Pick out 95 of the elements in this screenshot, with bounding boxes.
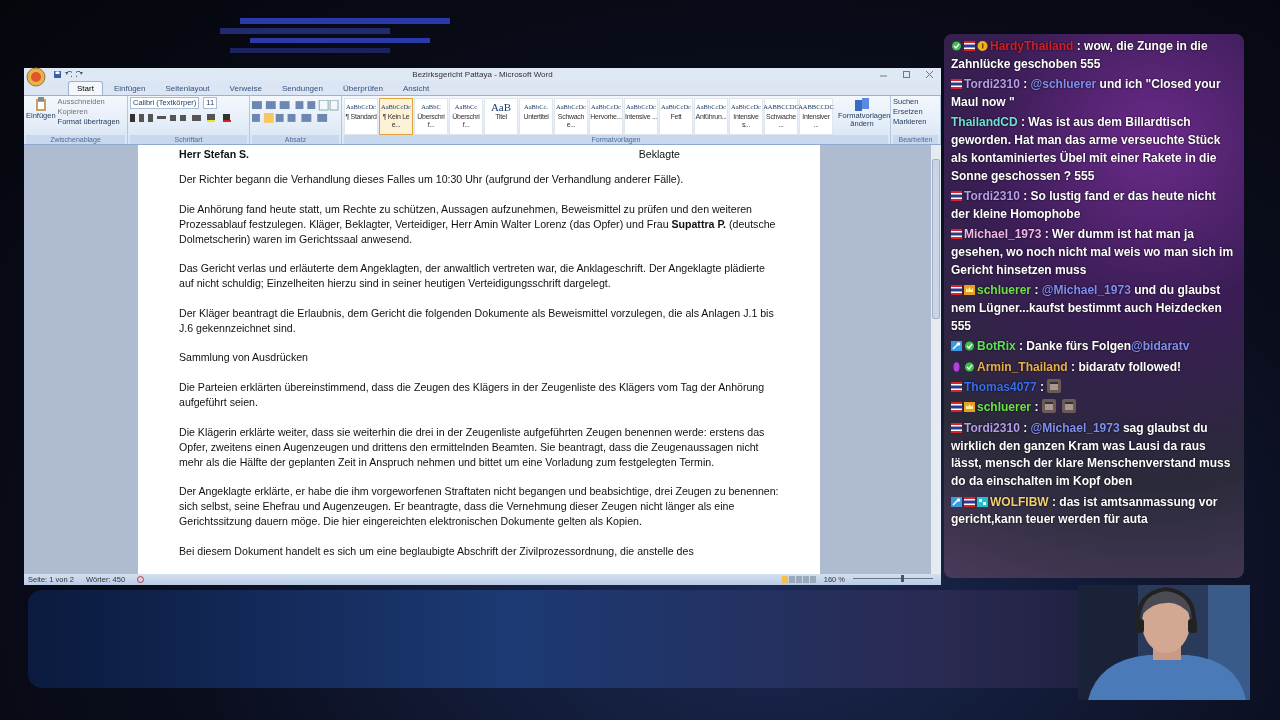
separator: :: [1052, 494, 1056, 509]
message-text: sag glaubst du: [1122, 420, 1208, 435]
separator: :: [1034, 283, 1039, 298]
paragraph: Die Anhörung fand heute statt, um Rechte zu schützen, Aussagen aufzunehmen, Beweismittel zu prüfen und den weiteren Prozessablauf festzulegen. Kläger, Beklagter, Verteidiger, Herr Amin Walter Lorenz (das Opfer) und Frau Supattra P. (deutsche Dolmetscherin) waren im Gerichtssaal anwesend.: [179, 201, 777, 247]
crown-icon: [964, 285, 975, 296]
paragraph: Das Gericht verlas und erläuterte dem Angeklagten, der anwaltlich vertreten war, die Anklageschrift. Der Angeklagte plädierte auf nicht schuldig; Einzelheiten hierzu sind in seiner heutigen Verteidigungsschrift dargelegt.: [179, 261, 766, 292]
paragraph: Bei diesem Dokument handelt es sich um eine beglaubigte Abschrift der Zivilprozessordnung, die anstelle des: [179, 543, 695, 559]
flag-icon: [964, 41, 975, 51]
username[interactable]: Armin_Thailand: [977, 359, 1068, 374]
separator: :: [1021, 115, 1025, 130]
message-text: bidaratv followed!: [1078, 359, 1182, 374]
flag-icon: [951, 422, 962, 433]
wrench-icon: [951, 496, 962, 507]
username[interactable]: schluerer: [977, 283, 1032, 298]
username[interactable]: schluerer: [977, 400, 1032, 415]
wrench-icon: [951, 341, 962, 352]
check-icon: [964, 361, 975, 372]
emote-icon: [1041, 399, 1056, 414]
username[interactable]: Tordi2310: [964, 420, 1020, 435]
ribbon-tab[interactable]: Sendungen: [273, 81, 332, 95]
message-text: Danke fürs Folgen: [1026, 339, 1132, 354]
separator: :: [1034, 400, 1039, 415]
message-text: das ist amtsanmassung vor: [1059, 494, 1218, 509]
message-text: und du glaubst: [1134, 283, 1221, 298]
proofing-icon[interactable]: [137, 576, 145, 583]
header-text: Herr Stefan S.: [179, 147, 250, 162]
maximize-icon[interactable]: [903, 71, 910, 78]
zoom-slider-thumb[interactable]: [900, 574, 904, 582]
flag-icon: [951, 402, 962, 413]
check-icon: [964, 341, 975, 352]
save-icon[interactable]: [54, 71, 61, 78]
flag-icon: [951, 382, 962, 393]
ribbon-tab[interactable]: Einfügen: [104, 81, 155, 95]
message-text: und ich "Closed your: [1099, 77, 1221, 92]
paragraph: Die Klägerin erklärte weiter, dass sie weiterhin die drei in der Zeugenliste aufgeführten Zeugen benennen werde: erstens das Opfer, zweitens einen Augenzeugen und drittens den ermittelnden Beamten. Sie beantragt, dass die Zeugenaussagen nicht mehr als die Hälfte der geplanten Zeit in Anspruch nehmen und bittet um eine Vorladung zum festgelegten Termin.: [179, 424, 766, 470]
flag-icon: [951, 191, 962, 202]
message-text: So lustig fand er das heute nicht: [1030, 189, 1216, 204]
separator: :: [1023, 189, 1028, 204]
message-text: der kleine Homophobe: [951, 205, 1082, 223]
window-title: Bezirksgericht Pattaya - Microsoft Word: [412, 68, 553, 81]
drop-icon: [951, 361, 962, 372]
paragraph-toolbar-drawing[interactable]: [252, 100, 339, 124]
message-text: Maul now ": [951, 94, 1016, 111]
message-text: geworden. Hat man das arme verseuchte Stück als kontaminiertes Übel mit einer Rakete in die Sonne geschossen ? 555: [951, 132, 1222, 185]
mention-link[interactable]: @Michael_1973: [1030, 420, 1120, 435]
pixel-icon: [977, 496, 988, 507]
ribbon-tab[interactable]: Ansicht: [393, 81, 439, 95]
crown-icon: [964, 402, 975, 413]
separator: :: [1044, 227, 1049, 242]
clipboard-icon[interactable]: [34, 97, 47, 111]
separator: :: [1023, 77, 1028, 92]
flag-icon: [951, 79, 962, 90]
username[interactable]: ThailandCD: [951, 115, 1018, 130]
close-icon[interactable]: [926, 71, 933, 78]
message-text: wow, die Zunge in die: [1084, 39, 1208, 53]
coin-icon: [977, 41, 988, 51]
paragraph: Sammlung von Ausdrücken: [179, 350, 309, 366]
header-text: Beklagte: [638, 147, 680, 162]
separator: :: [1040, 380, 1045, 395]
username[interactable]: Tordi2310: [964, 77, 1020, 92]
mention-link[interactable]: @Michael_1973: [1041, 283, 1131, 298]
emote-icon: [1061, 399, 1076, 414]
username[interactable]: Tordi2310: [964, 189, 1020, 204]
check-icon: [951, 41, 962, 51]
emote-icon: [1047, 379, 1062, 394]
ribbon-tab[interactable]: Verweise: [220, 81, 271, 95]
paragraph: Die Parteien erklärten übereinstimmend, dass die Zeugen des Klägers in der Zeugenliste des Klägers vom Tag der Anhörung aufgeführt seien.: [179, 379, 766, 410]
ribbon-tab[interactable]: Seitenlayout: [156, 81, 219, 95]
mention-link[interactable]: @schluerer: [1030, 77, 1097, 92]
ribbon-tab[interactable]: Überprüfen: [333, 81, 392, 95]
paragraph: Der Kläger beantragt die Erlaubnis, dem Gericht die folgenden Dokumente als Beweismittel vorzulegen, die als Anlagen J.1 bis J.6 gekennzeichnet sind.: [179, 305, 775, 336]
separator: :: [1076, 39, 1081, 53]
scrollbar[interactable]: [931, 145, 941, 574]
message-text: gericht,kann teuer werden für auta: [951, 511, 1149, 529]
redo-icon[interactable]: [76, 71, 83, 78]
flag-icon: [951, 285, 962, 296]
message-text: Wer dumm ist hat man ja: [1052, 227, 1194, 242]
separator: :: [1071, 359, 1076, 374]
message-text: Was ist aus dem Billardtisch: [1028, 115, 1191, 130]
styles-icon[interactable]: [854, 98, 870, 112]
username[interactable]: WOLFIBW: [990, 494, 1049, 509]
ribbon-tab[interactable]: Start: [68, 81, 103, 95]
mention-link[interactable]: @bidaratv: [1131, 339, 1190, 354]
undo-icon[interactable]: [65, 71, 72, 78]
username[interactable]: BotRix: [977, 339, 1016, 354]
separator: :: [1019, 339, 1023, 354]
separator: :: [1023, 420, 1028, 435]
paragraph: Der Richter begann die Verhandlung dieses Falles um 10:30 Uhr (aufgrund der Verhandlung anderer Fälle).: [179, 172, 685, 187]
message-text: nem Lügner...kaufst bestimmt auch Heizdecken 555: [951, 300, 1223, 335]
flag-icon: [951, 229, 962, 240]
flag-icon: [964, 496, 975, 507]
office-button[interactable]: [26, 67, 46, 87]
message-text: Zahnlücke geschoben 555: [951, 55, 1102, 73]
username[interactable]: Michael_1973: [964, 227, 1042, 242]
paragraph: Der Angeklagte erklärte, er habe die ihm vorgeworfenen Straftaten nicht begangen und beabsichtige, drei Zeugen zu benennen: sich selbst, seine Ehefrau und Augenzeugen. Er beantragte, dass die Vernehmung dieser Zeugen nicht länger als eine Gerichtssitzung dauern möge. Die hier eingereichten elektronischen Dokumente gelten als Kopien.: [179, 484, 780, 530]
